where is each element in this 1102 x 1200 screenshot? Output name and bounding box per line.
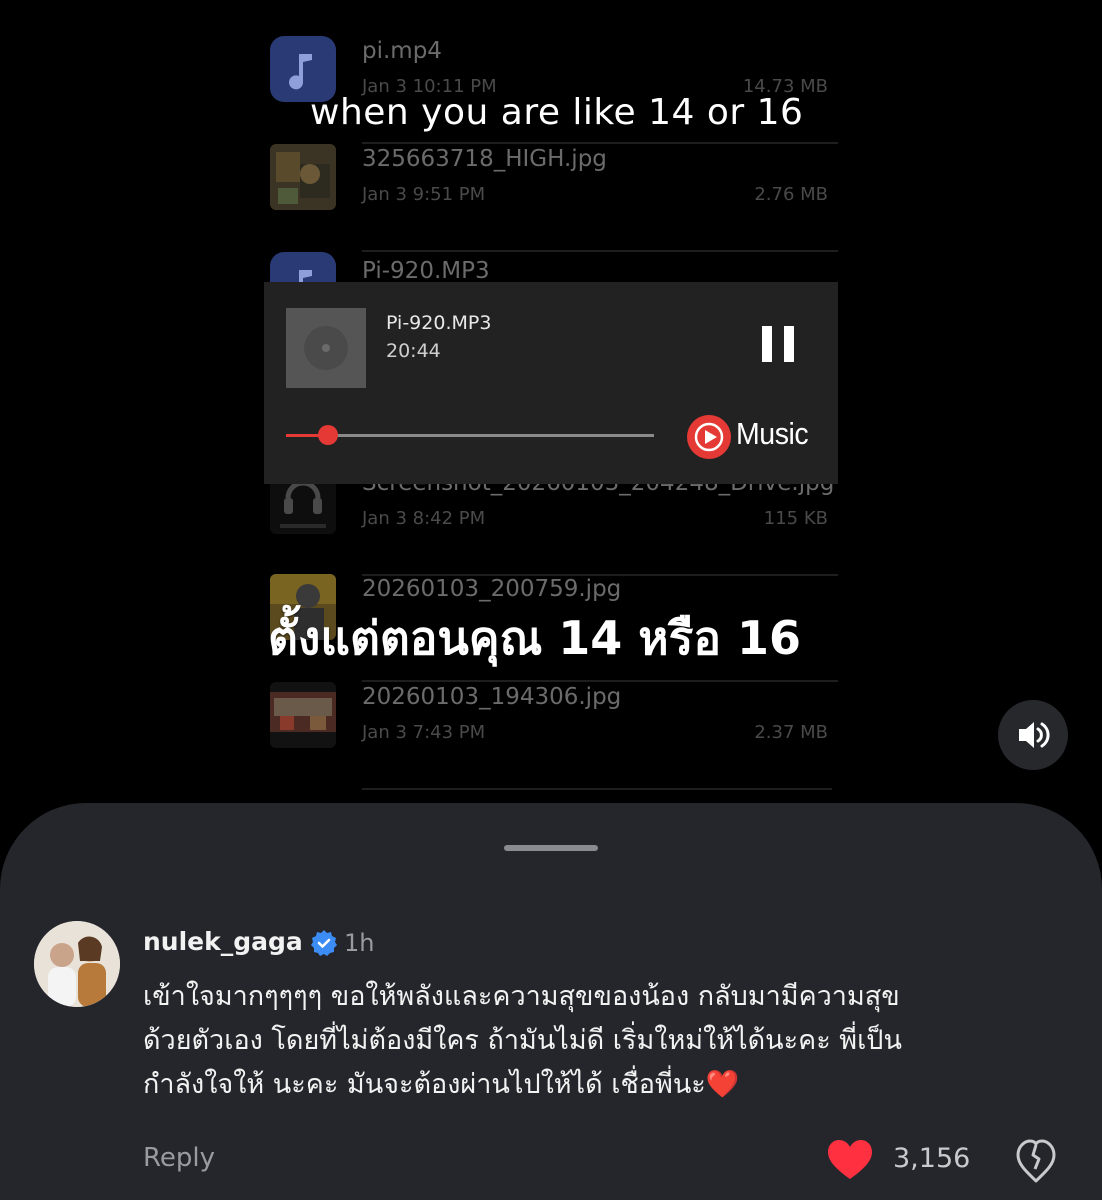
track-title: Pi-920.MP3	[386, 312, 492, 334]
dislike-icon[interactable]	[1014, 1137, 1058, 1183]
like-count: 3,156	[893, 1143, 971, 1174]
volume-button[interactable]	[998, 700, 1068, 770]
comment-username[interactable]: nulek_gaga	[143, 927, 303, 956]
file-name: 20260103_194306.jpg	[362, 684, 622, 710]
heart-icon[interactable]	[826, 1139, 874, 1181]
file-name: 325663718_HIGH.jpg	[362, 146, 607, 172]
progress-knob[interactable]	[318, 425, 339, 445]
file-size: 2.37 MB	[754, 722, 828, 743]
pause-button[interactable]	[762, 326, 796, 364]
progress-bar[interactable]	[286, 425, 654, 445]
file-size: 115 KB	[763, 508, 828, 529]
file-date: Jan 3 9:51 PM	[362, 184, 486, 205]
avatar[interactable]	[34, 921, 120, 1007]
file-name: pi.mp4	[362, 38, 442, 64]
file-row: Screenshot_20260103_204248_Drive.jpg Jan…	[270, 468, 838, 576]
caption-english: when you are like 14 or 16	[310, 92, 804, 133]
comment-line: ด้วยตัวเอง โดยที่ไม่ต้องมีใคร ถ้ามันไม่ด…	[143, 1025, 902, 1056]
caption-thai: ตั้งแต่ตอนคุณ 14 หรือ 16	[268, 611, 801, 665]
file-row: 325663718_HIGH.jpg Jan 3 9:51 PM 2.76 MB	[270, 144, 838, 252]
youtube-music-logo-icon	[686, 414, 732, 460]
speaker-icon	[1019, 722, 1050, 748]
verified-badge-icon	[310, 929, 338, 957]
image-thumbnail	[270, 144, 336, 210]
comment-body: เข้าใจมากๆๆๆๆ ขอให้พลังและความสุขของน้อง…	[143, 975, 1043, 1107]
comments-sheet: nulek_gaga 1h เข้าใจมากๆๆๆๆ ขอให้พลังและ…	[0, 803, 1102, 1200]
reel-screen: pi.mp4 Jan 3 10:11 PM 14.73 MB 325663718…	[0, 0, 1102, 1200]
file-date: Jan 3 7:43 PM	[362, 722, 486, 743]
music-brand-label: Music	[736, 416, 809, 451]
file-name: 20260103_200759.jpg	[362, 576, 622, 602]
file-name: Pi-920.MP3	[362, 258, 490, 284]
reply-button[interactable]: Reply	[143, 1143, 215, 1173]
file-row: 20260103_194306.jpg Jan 3 7:43 PM 2.37 M…	[270, 682, 838, 790]
comment-line: เข้าใจมากๆๆๆๆ ขอให้พลังและความสุขของน้อง…	[143, 981, 900, 1012]
image-thumbnail	[270, 682, 336, 748]
file-date: Jan 3 8:42 PM	[362, 508, 486, 529]
comment-timestamp: 1h	[344, 929, 375, 957]
divider	[362, 788, 832, 790]
file-size: 2.76 MB	[754, 184, 828, 205]
media-player-card[interactable]: Pi-920.MP3 20:44 Music	[264, 282, 838, 484]
album-art	[286, 308, 366, 388]
pause-icon	[762, 326, 772, 362]
track-time: 20:44	[386, 340, 441, 362]
sheet-drag-handle[interactable]	[504, 845, 598, 851]
comment-line: กำลังใจให้ นะคะ มันจะต้องผ่านไปให้ได้ เช…	[143, 1069, 740, 1100]
